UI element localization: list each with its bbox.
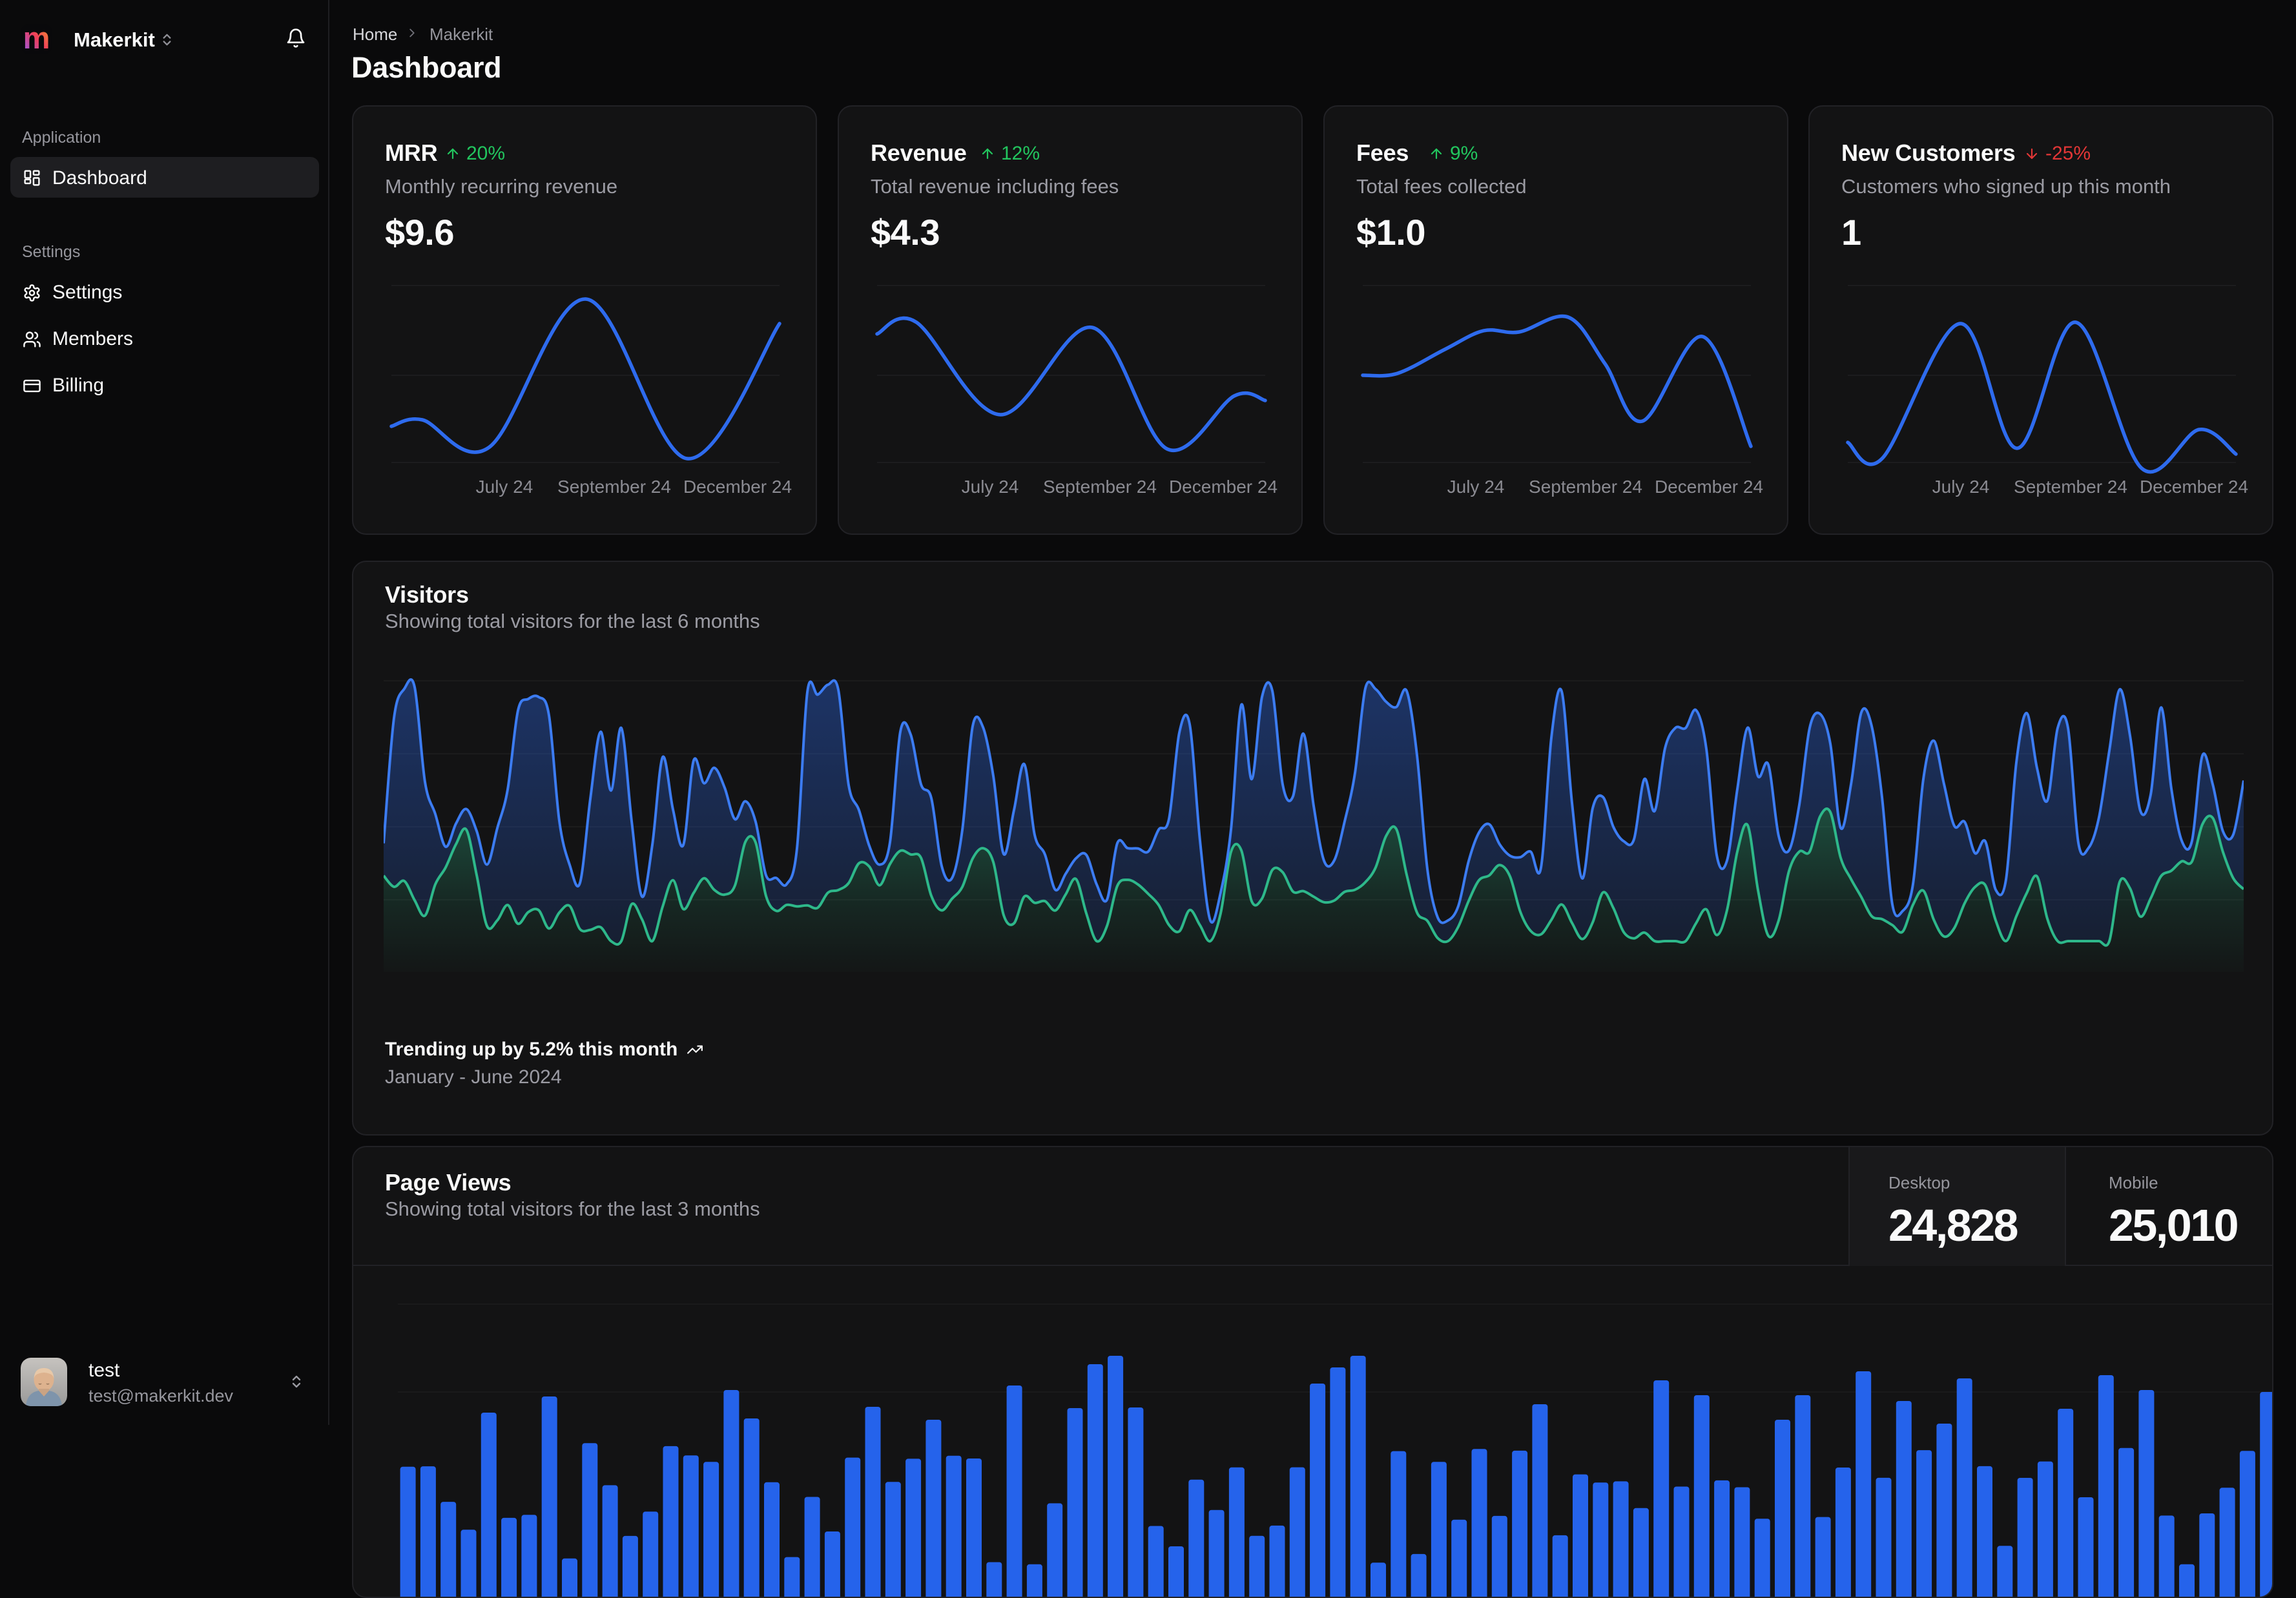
svg-text:December 24: December 24 bbox=[1655, 477, 1763, 497]
svg-text:July 24: July 24 bbox=[1447, 477, 1505, 497]
svg-text:December 24: December 24 bbox=[1169, 477, 1277, 497]
svg-text:m: m bbox=[23, 24, 50, 54]
svg-text:September 24: September 24 bbox=[1529, 477, 1642, 497]
svg-text:September 24: September 24 bbox=[2014, 477, 2127, 497]
svg-text:September 24: September 24 bbox=[557, 477, 671, 497]
svg-text:December 24: December 24 bbox=[2140, 477, 2248, 497]
svg-text:July 24: July 24 bbox=[962, 477, 1019, 497]
svg-text:July 24: July 24 bbox=[1932, 477, 1990, 497]
svg-text:July 24: July 24 bbox=[476, 477, 533, 497]
svg-text:September 24: September 24 bbox=[1043, 477, 1157, 497]
svg-text:December 24: December 24 bbox=[683, 477, 792, 497]
